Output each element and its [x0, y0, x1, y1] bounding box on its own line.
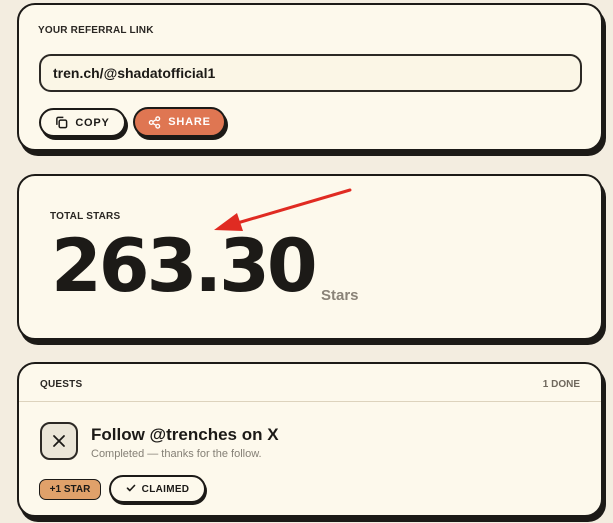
copy-icon — [55, 116, 68, 129]
total-stars-unit: Stars — [321, 287, 359, 304]
quest-description: Completed — thanks for the follow. — [91, 448, 262, 460]
quests-card: QUESTS 1 DONE Follow @trenches on X Comp… — [17, 362, 603, 517]
claimed-badge: CLAIMED — [109, 475, 206, 503]
quests-done-count: 1 DONE — [542, 379, 580, 390]
x-logo-icon — [40, 422, 78, 460]
total-stars-card: TOTAL STARS 263.30 Stars — [17, 174, 603, 340]
share-icon — [148, 115, 161, 129]
copy-label: COPY — [75, 116, 110, 129]
share-label: SHARE — [168, 116, 211, 128]
quests-header: QUESTS 1 DONE — [19, 364, 601, 402]
check-icon — [126, 483, 136, 496]
share-button[interactable]: SHARE — [133, 107, 226, 137]
referral-link-field[interactable]: tren.ch/@shadatofficial1 — [39, 54, 582, 92]
quests-label: QUESTS — [40, 379, 83, 390]
referral-card: YOUR REFERRAL LINK tren.ch/@shadatoffici… — [17, 3, 603, 151]
copy-button[interactable]: COPY — [39, 108, 126, 137]
reward-badge: +1 STAR — [39, 479, 101, 500]
total-stars-label: TOTAL STARS — [50, 211, 121, 222]
total-stars-value: 263.30 — [51, 224, 318, 309]
referral-label: YOUR REFERRAL LINK — [38, 25, 154, 36]
claimed-label: CLAIMED — [141, 483, 190, 495]
quest-title: Follow @trenches on X — [91, 425, 279, 444]
